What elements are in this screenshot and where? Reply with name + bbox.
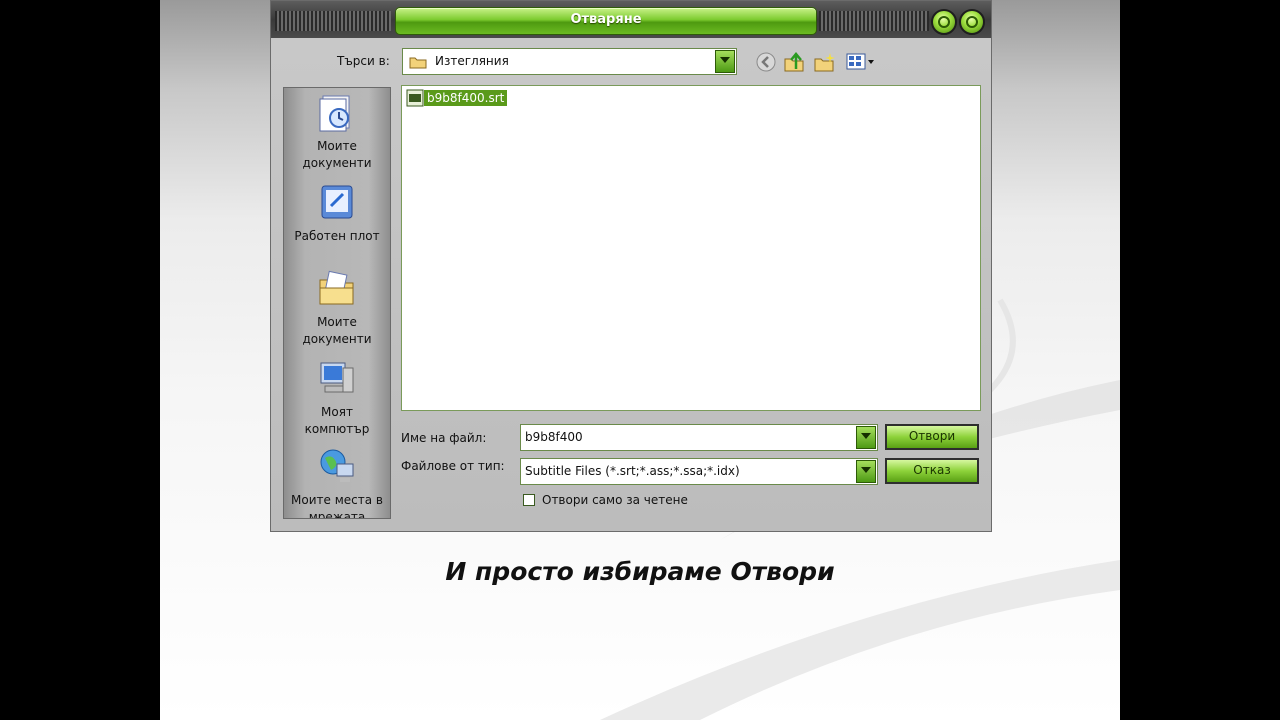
places-sidebar: Моите документи Работен плот Моите докум… bbox=[283, 87, 391, 519]
filename-input[interactable]: b9b8f400 bbox=[520, 424, 878, 451]
file-list[interactable]: b9b8f400.srt bbox=[401, 85, 981, 411]
filetype-select[interactable]: Subtitle Files (*.srt;*.ass;*.ssa;*.idx) bbox=[520, 458, 878, 485]
filetype-dropdown-button[interactable] bbox=[856, 460, 876, 483]
readonly-checkbox[interactable] bbox=[523, 494, 535, 506]
close-button[interactable] bbox=[959, 9, 985, 35]
filetype-label: Файлове от тип: bbox=[401, 459, 505, 473]
network-places-icon bbox=[320, 449, 354, 482]
look-in-label: Търси в: bbox=[337, 54, 390, 68]
dialog-title: Отваряне bbox=[570, 12, 642, 27]
title-grip-right bbox=[819, 11, 929, 31]
filetype-value: Subtitle Files (*.srt;*.ass;*.ssa;*.idx) bbox=[525, 464, 740, 478]
view-menu-icon[interactable] bbox=[845, 51, 877, 73]
open-button[interactable]: Отвори bbox=[885, 424, 979, 450]
look-in-value: Изтегляния bbox=[435, 54, 509, 68]
place-my-documents[interactable]: Моите документи bbox=[284, 92, 390, 172]
documents-folder-icon bbox=[319, 270, 354, 305]
look-in-dropdown-button[interactable] bbox=[715, 50, 735, 73]
desktop-icon bbox=[321, 185, 353, 219]
my-documents-icon bbox=[319, 95, 350, 132]
open-file-dialog: Отваряне Търси в: Изтегляния Моите докум… bbox=[270, 0, 992, 532]
my-computer-icon bbox=[320, 362, 354, 393]
filename-value: b9b8f400 bbox=[525, 430, 583, 444]
readonly-label: Отвори само за четене bbox=[542, 493, 688, 507]
title-pill: Отваряне bbox=[395, 7, 817, 35]
filename-dropdown-button[interactable] bbox=[856, 426, 876, 449]
place-label: Работен плот bbox=[294, 229, 380, 243]
place-label: Моите документи bbox=[302, 315, 372, 346]
place-label: Моите места в мрежата bbox=[291, 493, 383, 519]
place-label: Моят компютър bbox=[304, 405, 370, 436]
cancel-button[interactable]: Отказ bbox=[885, 458, 979, 484]
file-item[interactable]: b9b8f400.srt bbox=[406, 88, 508, 108]
title-bar[interactable]: Отваряне bbox=[271, 1, 991, 38]
new-folder-icon[interactable] bbox=[813, 51, 837, 73]
caption-text: И просто избираме Отвори bbox=[445, 557, 835, 586]
title-grip-left bbox=[275, 11, 391, 31]
subtitle-file-icon bbox=[406, 89, 424, 107]
slide-background: Отваряне Търси в: Изтегляния Моите докум… bbox=[160, 0, 1120, 720]
back-icon[interactable] bbox=[755, 51, 777, 73]
place-network[interactable]: Моите места в мрежата bbox=[284, 446, 390, 519]
place-documents-folder[interactable]: Моите документи bbox=[284, 268, 390, 348]
minimize-button[interactable] bbox=[931, 9, 957, 35]
place-my-computer[interactable]: Моят компютър bbox=[284, 358, 390, 438]
place-desktop[interactable]: Работен плот bbox=[284, 182, 390, 245]
folder-icon bbox=[409, 57, 427, 69]
filename-label: Име на файл: bbox=[401, 431, 487, 445]
look-in-combo[interactable]: Изтегляния bbox=[402, 48, 737, 75]
up-folder-icon[interactable] bbox=[783, 51, 807, 73]
open-button-label: Отвори bbox=[908, 429, 956, 443]
place-label: Моите документи bbox=[302, 139, 372, 170]
cancel-button-label: Отказ bbox=[913, 463, 951, 477]
file-name: b9b8f400.srt bbox=[424, 90, 508, 106]
